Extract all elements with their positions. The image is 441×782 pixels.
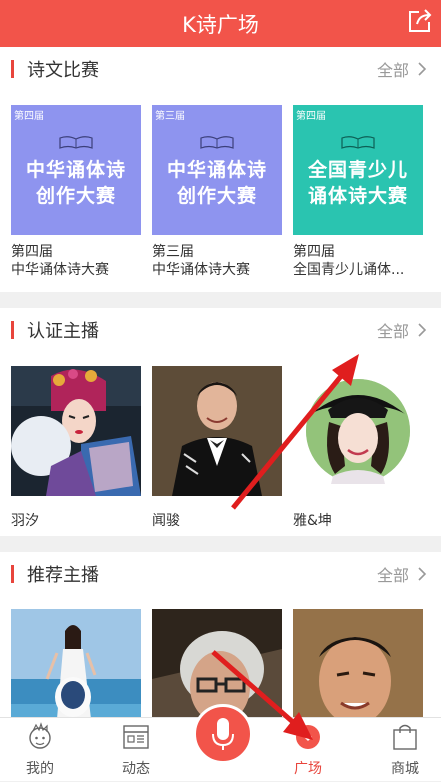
contest-card[interactable]: 第四届 中华诵体诗 创作大赛 第四届 中华诵体诗大赛: [11, 105, 141, 279]
nav-label: 商城: [391, 761, 419, 777]
contest-card[interactable]: 第四届 全国青少儿 诵体诗大赛 第四届 全国青少儿诵体...: [293, 105, 423, 279]
record-button[interactable]: [193, 704, 253, 764]
recommended-hosts-section: 推荐主播 全部: [0, 552, 441, 718]
contest-poster: 第四届 全国青少儿 诵体诗大赛: [293, 105, 423, 235]
chevron-right-icon: [418, 62, 427, 76]
host-card[interactable]: [293, 609, 423, 718]
poster-line-1: 全国青少儿: [307, 159, 408, 181]
host-photo: [152, 609, 282, 718]
host-card[interactable]: 羽汐: [11, 366, 141, 530]
page-title: K诗广场: [182, 12, 259, 37]
contest-section: 诗文比赛 全部 第四届 中华诵体诗 创作大赛 第四届 中华诵体诗大赛 第三届 中…: [0, 47, 441, 292]
news-icon: [123, 725, 149, 749]
shopping-bag-icon: [393, 724, 417, 750]
poster-line-2: 创作大赛: [176, 185, 257, 207]
contest-card[interactable]: 第三届 中华诵体诗 创作大赛 第三届 中华诵体诗大赛: [152, 105, 282, 279]
contest-view-all-link[interactable]: 全部: [377, 47, 427, 91]
nav-item-store[interactable]: 商城: [370, 718, 440, 782]
host-photo: [11, 366, 141, 496]
microphone-icon: [212, 718, 234, 750]
host-photo: [293, 609, 423, 718]
open-book-icon: [59, 136, 93, 149]
view-all-label: 全部: [376, 61, 409, 80]
hosts-view-all-link[interactable]: 全部: [377, 308, 427, 352]
host-name: 羽汐: [11, 513, 39, 529]
contest-section-header: 诗文比赛 全部: [0, 47, 441, 91]
nav-label: 动态: [122, 761, 150, 777]
nav-item-mine[interactable]: 我的: [5, 718, 75, 782]
host-card[interactable]: [11, 609, 141, 718]
section-title: 认证主播: [27, 321, 99, 342]
contest-edition: 第三届: [152, 244, 194, 260]
nav-label: 广场: [294, 761, 322, 777]
contest-name: 中华诵体诗大赛: [11, 262, 109, 278]
certified-hosts-header: 认证主播 全部: [0, 308, 441, 352]
recommended-hosts-header: 推荐主播 全部: [0, 552, 441, 596]
host-card[interactable]: 雅&坤: [293, 366, 423, 530]
host-card[interactable]: [152, 609, 282, 718]
section-title: 诗文比赛: [27, 60, 99, 81]
section-accent-bar: [11, 321, 14, 339]
square-icon: [296, 725, 320, 749]
host-photo: [11, 609, 141, 718]
nav-item-feed[interactable]: 动态: [101, 718, 171, 782]
poster-edition: 第三届: [155, 111, 185, 122]
chevron-right-icon: [418, 567, 427, 581]
poster-line-2: 诵体诗大赛: [307, 185, 408, 207]
poster-edition: 第四届: [14, 111, 44, 122]
chevron-right-icon: [418, 323, 427, 337]
contest-list: 第四届 中华诵体诗 创作大赛 第四届 中华诵体诗大赛 第三届 中华诵体诗 创作大…: [0, 91, 441, 291]
poster-edition: 第四届: [296, 111, 326, 122]
section-title: 推荐主播: [27, 565, 99, 586]
view-all-label: 全部: [376, 322, 409, 341]
host-card[interactable]: 闻骏: [152, 366, 282, 530]
section-accent-bar: [11, 60, 14, 78]
nav-label: 我的: [26, 761, 54, 777]
host-photo: [293, 366, 423, 496]
view-all-label: 全部: [376, 566, 409, 585]
open-book-icon: [341, 136, 375, 149]
avatar-icon: [29, 722, 51, 749]
section-accent-bar: [11, 565, 14, 583]
host-name: 雅&坤: [293, 513, 332, 529]
certified-hosts-section: 认证主播 全部 羽汐 闻骏 雅&坤: [0, 308, 441, 536]
contest-name: 全国青少儿诵体...: [293, 262, 405, 278]
host-name: 闻骏: [152, 513, 180, 529]
poster-line-1: 中华诵体诗: [25, 159, 126, 181]
contest-poster: 第三届 中华诵体诗 创作大赛: [152, 105, 282, 235]
recommended-view-all-link[interactable]: 全部: [377, 552, 427, 596]
poster-line-2: 创作大赛: [35, 185, 116, 207]
share-icon[interactable]: [407, 8, 433, 34]
app-header: K诗广场: [0, 0, 441, 47]
nav-item-square[interactable]: 广场: [273, 718, 343, 782]
contest-edition: 第四届: [293, 244, 335, 260]
poster-line-1: 中华诵体诗: [166, 159, 267, 181]
host-photo: [152, 366, 282, 496]
contest-poster: 第四届 中华诵体诗 创作大赛: [11, 105, 141, 235]
contest-edition: 第四届: [11, 244, 53, 260]
contest-name: 中华诵体诗大赛: [152, 262, 250, 278]
open-book-icon: [200, 136, 234, 149]
